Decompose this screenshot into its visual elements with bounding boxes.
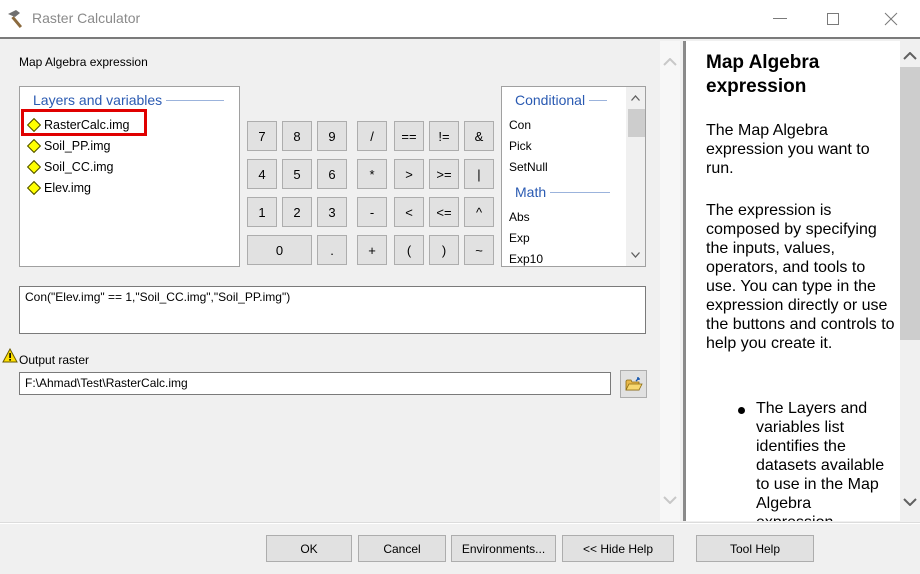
warning-icon (2, 348, 18, 363)
math-header-text: Math (515, 184, 547, 200)
raster-layer-icon (26, 138, 42, 154)
minimize-button[interactable] (760, 6, 800, 32)
bullet-icon (738, 407, 745, 414)
key-multiply[interactable]: * (357, 159, 387, 189)
footer-divider-highlight (0, 523, 920, 524)
help-panel: Map Algebra expression The Map Algebra e… (685, 41, 901, 521)
raster-layer-icon (26, 159, 42, 175)
scroll-thumb[interactable] (900, 67, 920, 340)
key-greater[interactable]: > (394, 159, 424, 189)
ok-button[interactable]: OK (266, 535, 352, 562)
layer-label: Soil_CC.img (44, 160, 114, 174)
environments-button[interactable]: Environments... (451, 535, 556, 562)
output-raster-label: Output raster (19, 353, 90, 367)
layer-label: Soil_PP.img (44, 139, 111, 153)
function-item[interactable]: Exp (509, 231, 530, 245)
key-4[interactable]: 4 (247, 159, 277, 189)
key-plus[interactable]: + (357, 235, 387, 265)
key-or[interactable]: | (464, 159, 494, 189)
function-item[interactable]: Exp10 (509, 252, 543, 266)
key-minus[interactable]: - (357, 197, 387, 227)
key-less[interactable]: < (394, 197, 424, 227)
scroll-up-icon[interactable] (900, 47, 920, 65)
scroll-up-icon[interactable] (626, 89, 645, 107)
key-5[interactable]: 5 (282, 159, 312, 189)
key-equal[interactable]: == (394, 121, 424, 151)
math-header: Math (515, 184, 611, 200)
key-open-paren[interactable]: ( (394, 235, 424, 265)
key-not[interactable]: ~ (464, 235, 494, 265)
output-raster-input[interactable]: F:\Ahmad\Test\RasterCalc.img (19, 372, 611, 395)
header-divider (166, 99, 225, 101)
function-item[interactable]: SetNull (509, 160, 548, 174)
scroll-up-icon[interactable] (660, 53, 680, 71)
layers-header-text: Layers and variables (33, 92, 163, 108)
expression-label: Map Algebra expression (19, 55, 148, 69)
highlight-box (21, 109, 147, 136)
conditional-header-text: Conditional (515, 92, 586, 108)
function-item[interactable]: Con (509, 118, 531, 132)
functions-list[interactable]: Conditional Con Pick SetNull Math Abs Ex… (501, 86, 646, 267)
browse-button[interactable] (620, 370, 647, 398)
key-greater-equal[interactable]: >= (429, 159, 459, 189)
key-2[interactable]: 2 (282, 197, 312, 227)
header-divider (550, 191, 611, 193)
layer-item[interactable]: Soil_CC.img (26, 157, 113, 177)
key-1[interactable]: 1 (247, 197, 277, 227)
layers-header: Layers and variables (33, 92, 225, 108)
key-3[interactable]: 3 (317, 197, 347, 227)
key-8[interactable]: 8 (282, 121, 312, 151)
key-less-equal[interactable]: <= (429, 197, 459, 227)
help-scrollbar[interactable] (900, 41, 920, 521)
key-not-equal[interactable]: != (429, 121, 459, 151)
functions-scrollbar[interactable] (626, 87, 645, 266)
folder-open-icon (624, 377, 643, 391)
function-item[interactable]: Abs (509, 210, 530, 224)
conditional-header: Conditional (515, 92, 608, 108)
key-close-paren[interactable]: ) (429, 235, 459, 265)
title-bar: Raster Calculator (0, 0, 920, 39)
cancel-button[interactable]: Cancel (358, 535, 446, 562)
key-9[interactable]: 9 (317, 121, 347, 151)
function-item[interactable]: Pick (509, 139, 532, 153)
key-decimal[interactable]: . (317, 235, 347, 265)
scroll-down-icon[interactable] (660, 491, 680, 509)
window-title: Raster Calculator (32, 10, 141, 26)
key-7[interactable]: 7 (247, 121, 277, 151)
tool-help-button[interactable]: Tool Help (696, 535, 814, 562)
maximize-icon (827, 13, 839, 25)
header-divider (589, 99, 608, 101)
layer-item[interactable]: Elev.img (26, 178, 91, 198)
layer-item[interactable]: Soil_PP.img (26, 136, 110, 156)
help-paragraph: The expression is composed by specifying… (706, 202, 895, 352)
expression-input[interactable]: Con("Elev.img" == 1,"Soil_CC.img","Soil_… (19, 286, 646, 334)
raster-layer-icon (26, 180, 42, 196)
help-title: Map Algebra expression (706, 52, 820, 97)
close-icon (884, 12, 898, 26)
key-and[interactable]: & (464, 121, 494, 151)
maximize-button[interactable] (813, 6, 853, 32)
key-xor[interactable]: ^ (464, 197, 494, 227)
close-button[interactable] (871, 6, 911, 32)
scroll-down-icon[interactable] (626, 246, 645, 264)
key-divide[interactable]: / (357, 121, 387, 151)
key-6[interactable]: 6 (317, 159, 347, 189)
help-paragraph: The Map Algebra expression you want to r… (706, 122, 870, 177)
minimize-icon (773, 18, 787, 19)
hammer-icon (8, 10, 23, 29)
layer-label: Elev.img (44, 181, 92, 195)
scroll-thumb[interactable] (628, 109, 645, 137)
key-0[interactable]: 0 (247, 235, 312, 265)
hide-help-button[interactable]: << Hide Help (562, 535, 674, 562)
main-scrollbar[interactable] (660, 41, 680, 521)
scroll-down-icon[interactable] (900, 493, 920, 511)
help-bullet: The Layers and variables list identifies… (756, 400, 885, 521)
